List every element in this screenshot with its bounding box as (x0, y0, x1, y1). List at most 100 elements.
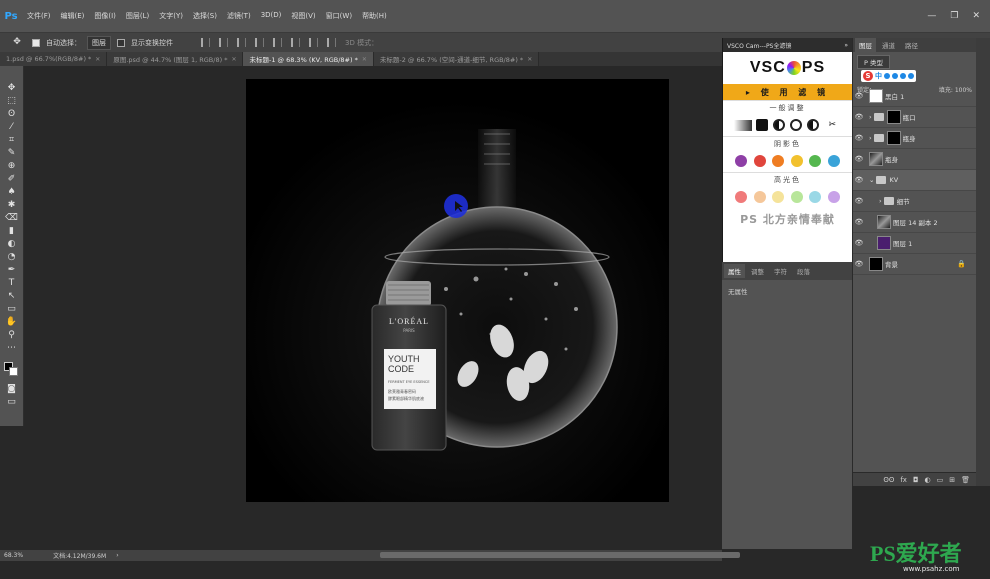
layer-row[interactable]: 👁 图层 14 副本 2 (853, 212, 976, 233)
saturation-adjust-icon[interactable] (806, 119, 819, 131)
menu-image[interactable]: 图像(I) (89, 11, 121, 21)
trash-icon[interactable]: 🗑 (961, 476, 970, 484)
align-top-icon[interactable] (255, 38, 264, 47)
chevron-right-icon[interactable]: › (869, 113, 872, 121)
layer-row[interactable]: 👁 图层 1 (853, 233, 976, 254)
tab-layers[interactable]: 图层 (855, 38, 876, 52)
layer-row[interactable]: 👁 瓶身 (853, 149, 976, 170)
visibility-eye-icon[interactable]: 👁 (853, 113, 865, 121)
auto-select-dropdown[interactable]: 图层 (87, 35, 111, 50)
menu-view[interactable]: 视图(V) (286, 11, 320, 21)
eraser-icon[interactable]: ⌫ (3, 212, 21, 225)
link-layers-icon[interactable]: ʘʘ (883, 476, 894, 484)
kind-filter-dropdown[interactable]: P 类型 (857, 55, 890, 69)
highlight-color-swatch[interactable] (753, 191, 766, 203)
zoom-icon[interactable]: ⚲ (3, 329, 21, 342)
layer-row[interactable]: 👁 黑白 1 (853, 86, 976, 107)
close-icon[interactable]: ✕ (95, 56, 100, 63)
visibility-eye-icon[interactable]: 👁 (853, 260, 865, 268)
color-swatches[interactable] (3, 361, 21, 379)
dodge-icon[interactable]: ◔ (3, 251, 21, 264)
align-left-icon[interactable] (201, 38, 210, 47)
adjustment-icon[interactable]: ◐ (925, 476, 931, 484)
tools-adjust-icon[interactable]: ✂ (823, 119, 841, 132)
gradient-adjust-icon[interactable] (733, 119, 752, 131)
shape-icon[interactable]: ▭ (3, 303, 21, 316)
stamp-icon[interactable]: ♠ (3, 186, 21, 199)
layer-row[interactable]: 👁 背景 🔒 (853, 254, 976, 275)
shadow-color-swatch[interactable] (809, 155, 822, 167)
document-canvas[interactable]: L'ORÉAL PARIS YOUTH CODE FERMENT EYE ESS… (246, 79, 669, 502)
align-bottom-icon[interactable] (291, 38, 300, 47)
ime-dot-icon[interactable] (892, 73, 898, 79)
align-middle-icon[interactable] (273, 38, 282, 47)
highlight-color-swatch[interactable] (772, 191, 785, 203)
close-button[interactable]: ✕ (972, 11, 980, 21)
layer-row[interactable]: 👁 › 瓶身 (853, 128, 976, 149)
hand-icon[interactable]: ✋ (3, 316, 21, 329)
chevron-right-icon[interactable]: › (879, 197, 882, 205)
minimize-button[interactable]: — (927, 11, 936, 21)
healing-icon[interactable]: ⊕ (3, 160, 21, 173)
background-color[interactable] (8, 367, 18, 376)
close-icon[interactable]: ✕ (527, 56, 532, 63)
new-group-icon[interactable]: ▭ (937, 476, 944, 484)
pen-icon[interactable]: ✒ (3, 264, 21, 277)
move-icon[interactable]: ✥ (3, 82, 21, 95)
layer-row[interactable]: 👁 › 瓶口 (853, 107, 976, 128)
ime-dot-icon[interactable] (908, 73, 914, 79)
zoom-level[interactable]: 68.3% (4, 552, 23, 559)
magic-wand-icon[interactable]: ⁄ (3, 121, 21, 134)
menu-file[interactable]: 文件(F) (22, 11, 56, 21)
menu-layer[interactable]: 图层(L) (121, 11, 154, 21)
tab-untitled-2[interactable]: 未标题-2 @ 66.7% (空间-通道-细节, RGB/8#) * ✕ (373, 52, 540, 66)
menu-help[interactable]: 帮助(H) (357, 11, 392, 21)
ime-dot-icon[interactable] (884, 73, 890, 79)
ime-mode[interactable]: 中 (875, 71, 882, 81)
tab-paths[interactable]: 路径 (901, 38, 922, 52)
visibility-eye-icon[interactable]: 👁 (853, 218, 865, 226)
chevron-down-icon[interactable]: ⌄ (869, 176, 874, 184)
show-transform-checkbox[interactable] (117, 38, 125, 47)
more-tools-icon[interactable]: ⋯ (3, 342, 21, 355)
status-arrow[interactable]: › (116, 552, 118, 559)
path-select-icon[interactable]: ↖ (3, 290, 21, 303)
tab-channels[interactable]: 通道 (878, 38, 899, 52)
shadow-color-swatch[interactable] (735, 155, 748, 167)
tab-1psd[interactable]: 1.psd @ 66.7%(RGB/8#) * ✕ (0, 52, 108, 66)
tab-original[interactable]: 原图.psd @ 44.7% (图层 1, RGB/8) * ✕ (107, 52, 244, 66)
tone-adjust-icon[interactable] (789, 119, 802, 131)
tab-paragraph[interactable]: 段落 (793, 264, 814, 278)
new-layer-icon[interactable]: ⊞ (949, 476, 955, 484)
ime-dot-icon[interactable] (900, 73, 906, 79)
fx-icon[interactable]: fx (900, 476, 907, 484)
lasso-icon[interactable]: ʘ (3, 108, 21, 121)
close-icon[interactable]: ✕ (362, 56, 367, 63)
marquee-icon[interactable]: ⬚ (3, 95, 21, 108)
gradient-icon[interactable]: ▮ (3, 225, 21, 238)
menu-filter[interactable]: 滤镜(T) (222, 11, 256, 21)
chevron-right-icon[interactable]: › (869, 134, 872, 142)
tab-character[interactable]: 字符 (770, 264, 791, 278)
quick-mask-icon[interactable]: ◙ (3, 383, 21, 396)
move-tool-icon[interactable]: ✥ (8, 36, 26, 49)
type-icon[interactable]: T (3, 277, 21, 290)
menu-edit[interactable]: 编辑(E) (56, 11, 90, 21)
highlight-color-swatch[interactable] (790, 191, 803, 203)
collapse-icon[interactable]: » (844, 42, 848, 49)
align-center-icon[interactable] (219, 38, 228, 47)
shadow-color-swatch[interactable] (790, 155, 803, 167)
layer-row[interactable]: 👁 › 细节 (853, 191, 976, 212)
apply-filter-button[interactable]: ▸ 使 用 滤 镜 (723, 84, 852, 100)
history-brush-icon[interactable]: ✱ (3, 199, 21, 212)
layer-row[interactable]: 👁 ⌄ KV (853, 170, 976, 191)
horizontal-scrollbar[interactable] (380, 552, 740, 558)
menu-select[interactable]: 选择(S) (188, 11, 222, 21)
menu-window[interactable]: 窗口(W) (321, 11, 357, 21)
maximize-button[interactable]: ❐ (950, 11, 958, 21)
close-icon[interactable]: ✕ (231, 56, 236, 63)
visibility-eye-icon[interactable]: 👁 (853, 92, 865, 100)
crop-icon[interactable]: ⌗ (3, 134, 21, 147)
brush-icon[interactable]: ✐ (3, 173, 21, 186)
contrast-adjust-icon[interactable] (756, 119, 769, 131)
